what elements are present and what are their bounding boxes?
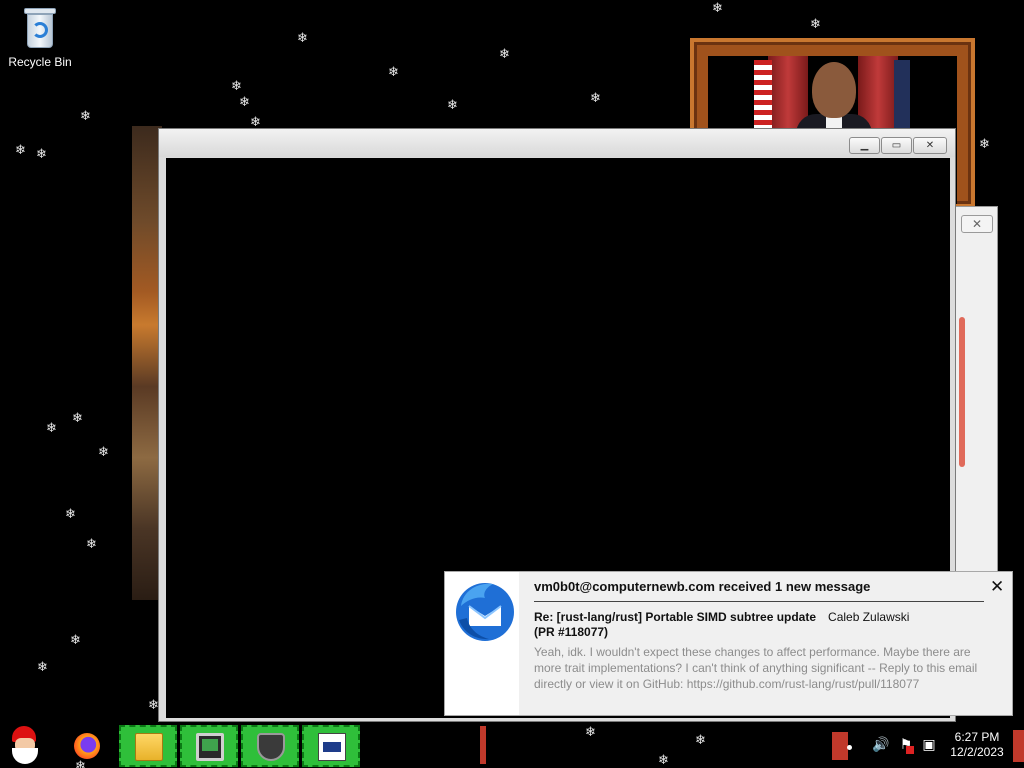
taskbar-button-computer[interactable] [180, 725, 238, 767]
snowflake-icon: ❄ [80, 109, 91, 124]
close-button[interactable]: ✕ [961, 215, 993, 233]
snowflake-icon: ❄ [86, 537, 97, 552]
snowflake-icon: ❄ [447, 98, 458, 113]
flag-error-badge [906, 746, 914, 754]
divider [534, 601, 984, 602]
message-preview: Yeah, idk. I wouldn't expect these chang… [534, 645, 978, 691]
close-icon[interactable]: ✕ [990, 577, 1004, 597]
santa-start-icon[interactable] [6, 726, 46, 766]
volume-icon[interactable]: 🔊 [872, 736, 890, 754]
snowflake-icon: ❄ [297, 31, 308, 46]
maximize-button[interactable]: ▭ [881, 137, 912, 154]
snowflake-icon: ❄ [239, 95, 250, 110]
snowflake-icon: ❄ [65, 507, 76, 522]
show-desktop-button[interactable] [1013, 730, 1024, 762]
desktop-icon-recycle-bin[interactable]: Recycle Bin [4, 6, 76, 69]
message-subject[interactable]: Re: [rust-lang/rust] Portable SIMD subtr… [534, 610, 974, 640]
snowflake-icon: ❄ [36, 147, 47, 162]
close-button[interactable]: ✕ [913, 137, 947, 154]
sender-name: Caleb Zulawski [828, 610, 910, 624]
subject-pr-number: (PR #118077) [534, 625, 609, 639]
computer-monitor-icon [196, 733, 224, 761]
clock-date: 12/2/2023 [950, 745, 1004, 759]
snowflake-icon: ❄ [98, 445, 109, 460]
new-mail-notification[interactable]: vm0b0t@computernewb.com received 1 new m… [444, 571, 1013, 716]
system-clock[interactable]: 6:27 PM 12/2/2023 [944, 730, 1010, 760]
notification-icon-area [445, 572, 519, 715]
background-window-right[interactable]: ✕ [952, 206, 998, 576]
subject-text: Re: [rust-lang/rust] Portable SIMD subtr… [534, 610, 817, 624]
world-of-tanks-icon [257, 733, 285, 761]
window-titlebar[interactable]: ▁ ▭ ✕ [159, 129, 955, 157]
snowflake-icon: ❄ [15, 143, 26, 158]
snowflake-icon: ❄ [979, 137, 990, 152]
taskbar-button-world-of-tanks[interactable] [241, 725, 299, 767]
taskbar: 🔊 ⚑ ▣ 6:27 PM 12/2/2023 [0, 724, 1024, 768]
minimize-button[interactable]: ▁ [849, 137, 880, 154]
clock-time: 6:27 PM [954, 730, 1000, 744]
snowflake-icon: ❄ [70, 633, 81, 648]
snowflake-icon: ❄ [499, 47, 510, 62]
snowflake-icon: ❄ [231, 79, 242, 94]
snowflake-icon: ❄ [590, 91, 601, 106]
snowflake-icon: ❄ [46, 421, 57, 436]
notification-title: vm0b0t@computernewb.com received 1 new m… [534, 579, 871, 594]
recycle-bin-icon [23, 6, 57, 50]
snowflake-icon: ❄ [72, 411, 83, 426]
desktop-icon-label: Recycle Bin [8, 55, 72, 69]
snowflake-icon: ❄ [810, 17, 821, 32]
scrollbar-thumb[interactable] [959, 317, 965, 467]
document-window-icon [318, 733, 346, 761]
taskbar-button-document[interactable] [302, 725, 360, 767]
taskbar-button-file-explorer[interactable] [119, 725, 177, 767]
firefox-icon[interactable] [70, 729, 104, 763]
snowflake-icon: ❄ [388, 65, 399, 80]
desktop: ❄❄❄❄❄❄❄❄❄❄❄❄❄❄❄❄❄❄❄❄❄❄❄❄❄❄❄ Recycle Bin … [0, 0, 1024, 768]
snowflake-icon: ❄ [37, 660, 48, 675]
taskbar-overflow-marker [480, 726, 486, 764]
thunderbird-icon [456, 583, 514, 641]
file-explorer-icon [135, 733, 163, 761]
snowflake-icon: ❄ [712, 1, 723, 16]
tray-alert-indicator[interactable] [832, 732, 848, 760]
tray-dot-icon [847, 745, 852, 750]
task-buttons [119, 724, 486, 768]
network-icon[interactable]: ▣ [920, 736, 938, 754]
flag-image [754, 60, 772, 130]
